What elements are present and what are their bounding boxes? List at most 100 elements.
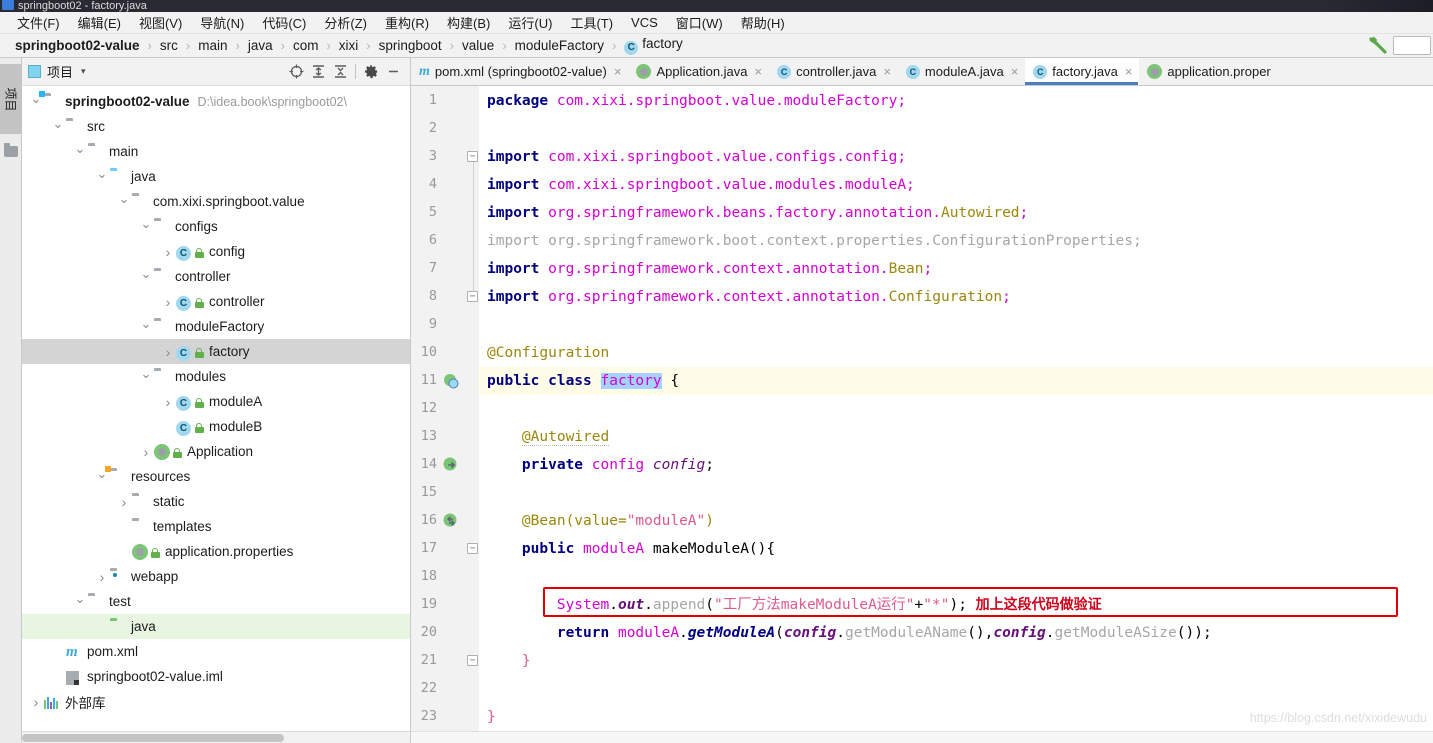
editor-hscrollbar[interactable] — [411, 731, 1433, 743]
chevron-closed-icon[interactable] — [138, 444, 154, 460]
tree-node-pom.xml[interactable]: m pom.xml — [22, 639, 410, 664]
close-icon[interactable]: × — [1011, 64, 1019, 79]
fold-marker[interactable]: − — [467, 291, 478, 302]
gear-icon[interactable] — [360, 61, 382, 83]
collapse-all-icon[interactable] — [329, 61, 351, 83]
menu-vcs[interactable]: VCS — [622, 13, 667, 32]
chevron-closed-icon[interactable] — [160, 244, 176, 260]
tree-node-factory[interactable]: Cfactory — [22, 339, 410, 364]
fold-marker[interactable]: − — [467, 655, 478, 666]
spring-bean-autowired-icon[interactable] — [443, 457, 459, 473]
menu-help[interactable]: 帮助(H) — [732, 11, 794, 34]
tree-node-src[interactable]: src — [22, 114, 410, 139]
fold-marker[interactable]: − — [467, 151, 478, 162]
tree-node-com.xixi.springboot.value[interactable]: com.xixi.springboot.value — [22, 189, 410, 214]
tree-node-modulefactory[interactable]: moduleFactory — [22, 314, 410, 339]
chevron-closed-icon[interactable] — [94, 569, 110, 585]
tree-node-controller[interactable]: Ccontroller — [22, 289, 410, 314]
editor-tab-factory.java[interactable]: Cfactory.java × — [1025, 58, 1140, 85]
tree-node-java[interactable]: java — [22, 614, 410, 639]
project-hscrollbar[interactable] — [22, 731, 410, 743]
tree-node-test[interactable]: test — [22, 589, 410, 614]
menu-file[interactable]: 文件(F) — [8, 11, 69, 34]
tree-node-main[interactable]: main — [22, 139, 410, 164]
search-everywhere-box[interactable] — [1393, 36, 1431, 55]
close-icon[interactable]: × — [1125, 64, 1133, 79]
breadcrumb-item-springboot[interactable]: springboot — [376, 38, 445, 53]
menu-refactor[interactable]: 重构(R) — [376, 11, 438, 34]
tree-node-moduleb[interactable]: CmoduleB — [22, 414, 410, 439]
folder-icon[interactable] — [4, 143, 18, 157]
chevron-open-icon[interactable] — [116, 194, 132, 210]
chevron-open-icon[interactable] — [138, 369, 154, 385]
code-text-area[interactable]: https://blog.csdn.net/xixidewudu package… — [479, 86, 1433, 731]
tree-node-templates[interactable]: templates — [22, 514, 410, 539]
breadcrumb-item-factory[interactable]: Cfactory — [621, 36, 686, 55]
scrollbar-thumb[interactable] — [22, 734, 284, 742]
fold-marker[interactable]: − — [467, 543, 478, 554]
chevron-closed-icon[interactable] — [160, 294, 176, 310]
chevron-open-icon[interactable] — [138, 269, 154, 285]
editor-tab-controller.java[interactable]: Ccontroller.java × — [769, 58, 898, 85]
menu-build[interactable]: 构建(B) — [438, 11, 499, 34]
menu-view[interactable]: 视图(V) — [130, 11, 191, 34]
chevron-open-icon[interactable] — [138, 319, 154, 335]
window-controls[interactable] — [1318, 0, 1433, 12]
hammer-icon[interactable] — [1367, 36, 1389, 56]
editor-tab-modulea.java[interactable]: CmoduleA.java × — [898, 58, 1025, 85]
tree-node-resources[interactable]: resources — [22, 464, 410, 489]
chevron-open-icon[interactable] — [50, 119, 66, 135]
menu-edit[interactable]: 编辑(E) — [69, 11, 130, 34]
close-icon[interactable]: × — [755, 64, 763, 79]
breadcrumb-item-xixi[interactable]: xixi — [336, 38, 362, 53]
menu-run[interactable]: 运行(U) — [499, 11, 561, 34]
breadcrumb-item-src[interactable]: src — [157, 38, 181, 53]
code-editor[interactable]: 123456789101112131415161718192021222324−… — [411, 86, 1433, 731]
editor-tab-application.java[interactable]: Application.java × — [628, 58, 769, 85]
tree-node-modules[interactable]: modules — [22, 364, 410, 389]
editor-tab-application.proper[interactable]: application.proper — [1139, 58, 1277, 85]
tree-node-config[interactable]: Cconfig — [22, 239, 410, 264]
menu-window[interactable]: 窗口(W) — [667, 11, 732, 34]
tree-node-springboot02-value[interactable]: springboot02-value D:\idea.book\springboo… — [22, 89, 410, 114]
editor-tab-pom.xml-springboot02-value-[interactable]: m pom.xml (springboot02-value) × — [411, 58, 628, 85]
tree-node-springboot02-value.iml[interactable]: springboot02-value.iml — [22, 664, 410, 689]
spring-bean-config-icon[interactable] — [443, 373, 459, 389]
tree-node-controller[interactable]: controller — [22, 264, 410, 289]
chevron-open-icon[interactable] — [72, 144, 88, 160]
tree-node-java[interactable]: java — [22, 164, 410, 189]
chevron-closed-icon[interactable] — [160, 344, 176, 360]
breadcrumb-item-com[interactable]: com — [290, 38, 322, 53]
chevron-closed-icon[interactable] — [116, 494, 132, 510]
tree-node-modulea[interactable]: CmoduleA — [22, 389, 410, 414]
breadcrumb-item-springboot02-value[interactable]: springboot02-value — [12, 38, 143, 53]
breadcrumb-item-value[interactable]: value — [459, 38, 497, 53]
close-icon[interactable]: × — [883, 64, 891, 79]
chevron-down-icon[interactable]: ▾ — [81, 66, 86, 77]
minimize-icon[interactable] — [382, 61, 404, 83]
expand-all-icon[interactable] — [307, 61, 329, 83]
menu-analyze[interactable]: 分析(Z) — [315, 11, 376, 34]
editor-gutter[interactable]: 123456789101112131415161718192021222324−… — [411, 86, 479, 731]
close-icon[interactable]: × — [614, 64, 622, 79]
tree-node-application.properties[interactable]: application.properties — [22, 539, 410, 564]
menu-tools[interactable]: 工具(T) — [561, 11, 622, 34]
project-tree[interactable]: springboot02-value D:\idea.book\springboo… — [22, 86, 410, 731]
sidebar-item-project-tab[interactable]: 项目 — [0, 64, 22, 134]
breadcrumb-item-modulefactory[interactable]: moduleFactory — [512, 38, 607, 53]
tree-node-webapp[interactable]: webapp — [22, 564, 410, 589]
chevron-open-icon[interactable] — [72, 594, 88, 610]
tree-node-static[interactable]: static — [22, 489, 410, 514]
chevron-closed-icon[interactable] — [28, 694, 44, 710]
tree-node-application[interactable]: Application — [22, 439, 410, 464]
tree-node-configs[interactable]: configs — [22, 214, 410, 239]
spring-bean-produces-icon[interactable] — [443, 513, 459, 529]
breadcrumb-item-main[interactable]: main — [195, 38, 230, 53]
locate-icon[interactable] — [285, 61, 307, 83]
tree-node--[interactable]: 外部库 — [22, 689, 410, 714]
chevron-closed-icon[interactable] — [160, 394, 176, 410]
menu-code[interactable]: 代码(C) — [253, 11, 315, 34]
breadcrumb-item-java[interactable]: java — [245, 38, 276, 53]
menu-navigate[interactable]: 导航(N) — [191, 11, 253, 34]
chevron-open-icon[interactable] — [94, 169, 110, 185]
